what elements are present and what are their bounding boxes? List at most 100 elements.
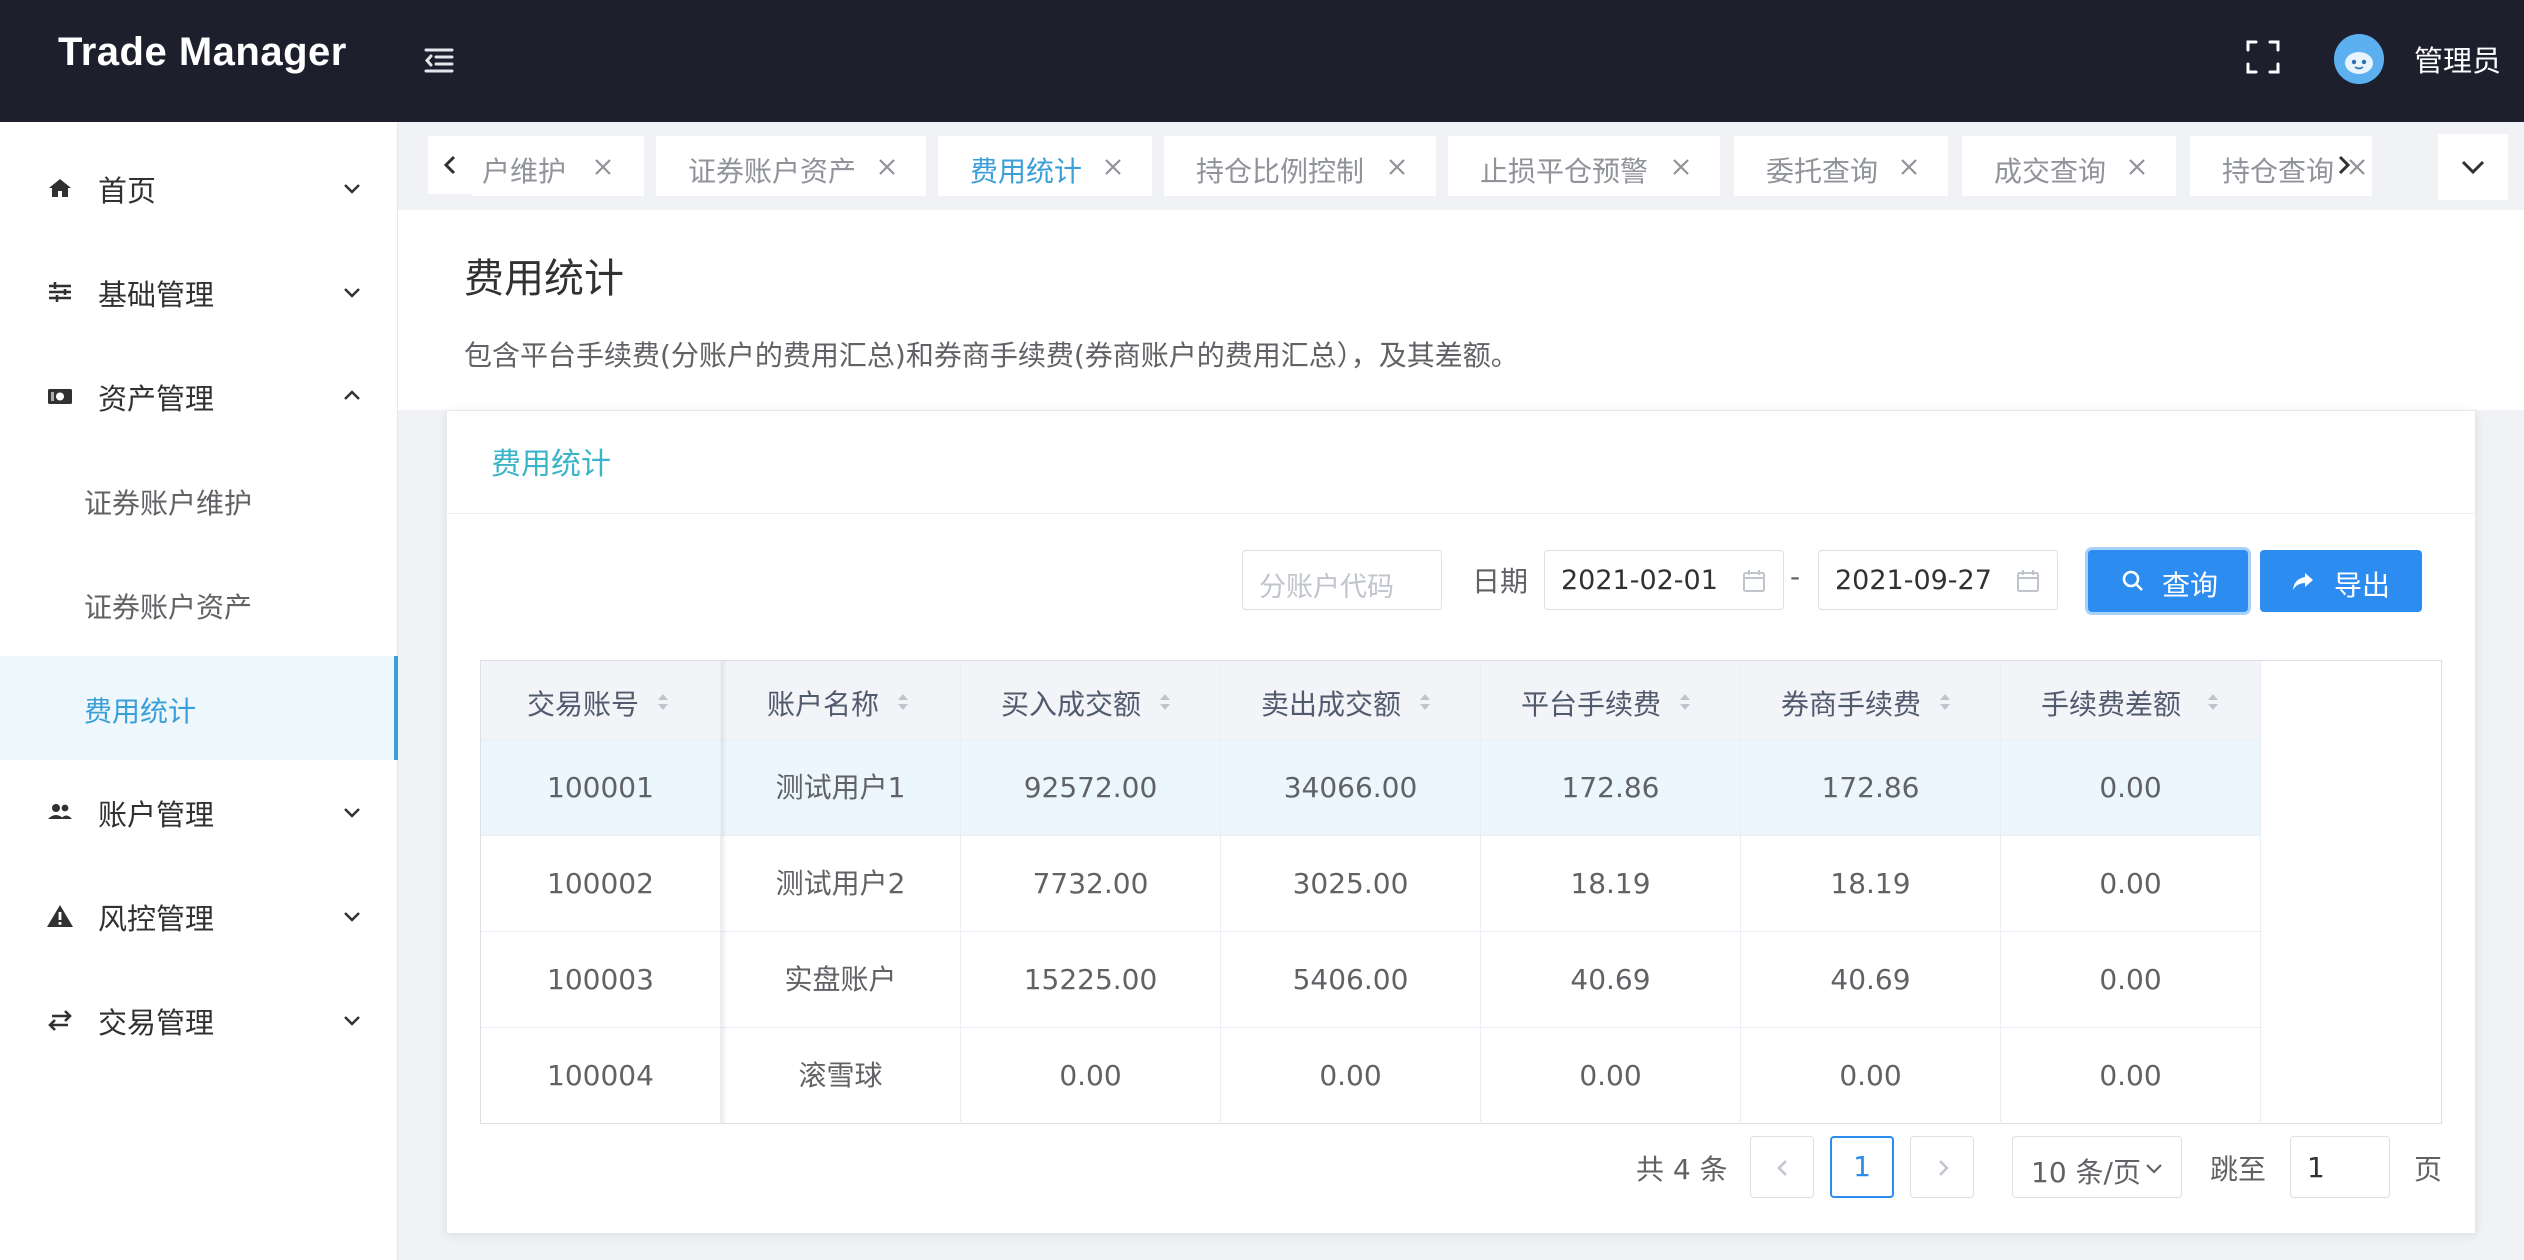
cell-platform-fee: 172.86 xyxy=(1481,740,1741,836)
table-header: 交易账号 账户名称 买入成交额 卖出成交额 平台手续费 券商手续费 手续费差额 xyxy=(481,661,2261,739)
calendar-icon xyxy=(2017,570,2039,592)
share-icon xyxy=(2293,573,2313,590)
top-header: Trade Manager 管理员 xyxy=(0,0,2524,122)
cell-sell-amount: 3025.00 xyxy=(1221,836,1481,932)
chevron-left-icon xyxy=(1777,1160,1787,1176)
calendar-icon xyxy=(1743,570,1765,592)
tab-label: 户维护 xyxy=(482,155,567,188)
table-row[interactable]: 100004 滚雪球 0.00 0.00 0.00 0.00 0.00 xyxy=(481,1027,2261,1124)
page-number-button[interactable]: 1 xyxy=(1830,1136,1894,1198)
search-icon xyxy=(2122,570,2143,591)
sidebar-subitem-fee-stats[interactable]: 费用统计 xyxy=(0,656,398,760)
tabs-scroll-left-icon[interactable] xyxy=(428,136,472,194)
fullscreen-icon[interactable] xyxy=(2244,38,2282,76)
close-icon[interactable] xyxy=(592,156,614,178)
cell-fee-difference: 0.00 xyxy=(2001,1028,2261,1124)
table-row[interactable]: 100003 实盘账户 15225.00 5406.00 40.69 40.69 0.00 xyxy=(481,931,2261,1028)
user-name[interactable]: 管理员 xyxy=(2414,38,2501,80)
tab-deal-query[interactable]: 成交查询 xyxy=(1962,136,2176,196)
sidebar-item-label: 账户管理 xyxy=(98,798,215,832)
export-button-label: 导出 xyxy=(2334,569,2391,602)
date-from-input[interactable]: 2021-02-01 xyxy=(1544,550,1784,610)
sidebar-item-assets[interactable]: 资产管理 xyxy=(0,344,398,448)
cell-trade-account: 100001 xyxy=(481,740,721,836)
avatar[interactable] xyxy=(2334,34,2384,84)
tab-fee-stats[interactable]: 费用统计 xyxy=(938,136,1152,196)
column-header-platform-fee[interactable]: 平台手续费 xyxy=(1481,661,1741,739)
sort-icon[interactable] xyxy=(1677,691,1693,713)
column-header-trade-account[interactable]: 交易账号 xyxy=(481,661,721,739)
jump-page-input[interactable]: 1 xyxy=(2290,1136,2390,1198)
tab-account-maintain[interactable]: 户维护 xyxy=(472,136,644,196)
close-icon[interactable] xyxy=(1670,156,1692,178)
close-icon[interactable] xyxy=(1386,156,1408,178)
card-title: 费用统计 xyxy=(491,447,611,482)
query-button[interactable]: 查询 xyxy=(2088,550,2248,612)
tabs-scroll-right-icon[interactable] xyxy=(2338,136,2426,194)
tab-label: 委托查询 xyxy=(1766,155,1879,188)
table-row[interactable]: 100001 测试用户1 92572.00 34066.00 172.86 172.86 0… xyxy=(481,739,2261,836)
jump-page-value: 1 xyxy=(2307,1151,2325,1184)
chevron-down-icon xyxy=(2146,1164,2162,1174)
cell-buy-amount: 7732.00 xyxy=(961,836,1221,932)
tabs-menu-button[interactable] xyxy=(2438,134,2508,200)
divider xyxy=(447,513,2475,514)
tab-order-query[interactable]: 委托查询 xyxy=(1734,136,1948,196)
prev-page-button[interactable] xyxy=(1750,1136,1814,1198)
column-header-account-name[interactable]: 账户名称 xyxy=(721,661,961,739)
cell-broker-fee: 40.69 xyxy=(1741,932,2001,1028)
sort-icon[interactable] xyxy=(895,691,911,713)
sort-icon[interactable] xyxy=(655,691,671,713)
table-row[interactable]: 100002 测试用户2 7732.00 3025.00 18.19 18.19 0.00 xyxy=(481,835,2261,932)
sidebar-subitem-account-assets[interactable]: 证券账户资产 xyxy=(0,552,398,656)
sidebar-item-label: 首页 xyxy=(98,174,157,208)
date-from-value: 2021-02-01 xyxy=(1561,565,1718,596)
sort-icon[interactable] xyxy=(1157,691,1173,713)
sidebar-item-basic[interactable]: 基础管理 xyxy=(0,240,398,344)
column-header-label: 买入成交额 xyxy=(1001,688,1142,721)
page-size-select[interactable]: 10 条/页 xyxy=(2012,1136,2182,1198)
sidebar-item-risk[interactable]: 风控管理 xyxy=(0,864,398,968)
cell-platform-fee: 40.69 xyxy=(1481,932,1741,1028)
column-header-sell-amount[interactable]: 卖出成交额 xyxy=(1221,661,1481,739)
sidebar-item-label: 资产管理 xyxy=(98,382,215,416)
sidebar-subitem-account-maintain[interactable]: 证券账户维护 xyxy=(0,448,398,552)
cell-fee-difference: 0.00 xyxy=(2001,932,2261,1028)
close-icon[interactable] xyxy=(876,156,898,178)
sidebar-item-accounts[interactable]: 账户管理 xyxy=(0,760,398,864)
date-to-value: 2021-09-27 xyxy=(1835,565,1992,596)
chevron-down-icon xyxy=(344,808,360,818)
menu-fold-icon[interactable] xyxy=(420,40,460,80)
tab-stoploss-warning[interactable]: 止损平仓预警 xyxy=(1448,136,1720,196)
sidebar-item-label: 风控管理 xyxy=(98,902,215,936)
column-header-label: 账户名称 xyxy=(767,688,880,721)
fixed-column-shadow xyxy=(721,661,727,1123)
account-code-input[interactable]: 分账户代码 xyxy=(1242,550,1442,610)
export-button[interactable]: 导出 xyxy=(2260,550,2422,612)
close-icon[interactable] xyxy=(2126,156,2148,178)
date-to-input[interactable]: 2021-09-27 xyxy=(1818,550,2058,610)
column-header-label: 卖出成交额 xyxy=(1261,688,1402,721)
sidebar-item-trading[interactable]: 交易管理 xyxy=(0,968,398,1072)
cell-account-name: 测试用户2 xyxy=(721,836,961,932)
sidebar-item-home[interactable]: 首页 xyxy=(0,136,398,240)
next-page-button[interactable] xyxy=(1910,1136,1974,1198)
column-header-fee-difference[interactable]: 手续费差额 xyxy=(2001,661,2261,739)
column-header-buy-amount[interactable]: 买入成交额 xyxy=(961,661,1221,739)
close-icon[interactable] xyxy=(1102,156,1124,178)
tab-position-ratio[interactable]: 持仓比例控制 xyxy=(1164,136,1436,196)
column-header-broker-fee[interactable]: 券商手续费 xyxy=(1741,661,2001,739)
swap-icon xyxy=(48,1010,72,1031)
cell-buy-amount: 92572.00 xyxy=(961,740,1221,836)
cell-trade-account: 100003 xyxy=(481,932,721,1028)
sort-icon[interactable] xyxy=(1417,691,1433,713)
tab-label: 费用统计 xyxy=(970,155,1083,188)
close-icon[interactable] xyxy=(1898,156,1920,178)
chevron-down-icon xyxy=(344,288,360,298)
cell-broker-fee: 0.00 xyxy=(1741,1028,2001,1124)
money-icon xyxy=(48,389,72,404)
sort-icon[interactable] xyxy=(1937,691,1953,713)
sort-icon[interactable] xyxy=(2205,691,2221,713)
cell-broker-fee: 18.19 xyxy=(1741,836,2001,932)
tab-account-assets[interactable]: 证券账户资产 xyxy=(656,136,926,196)
